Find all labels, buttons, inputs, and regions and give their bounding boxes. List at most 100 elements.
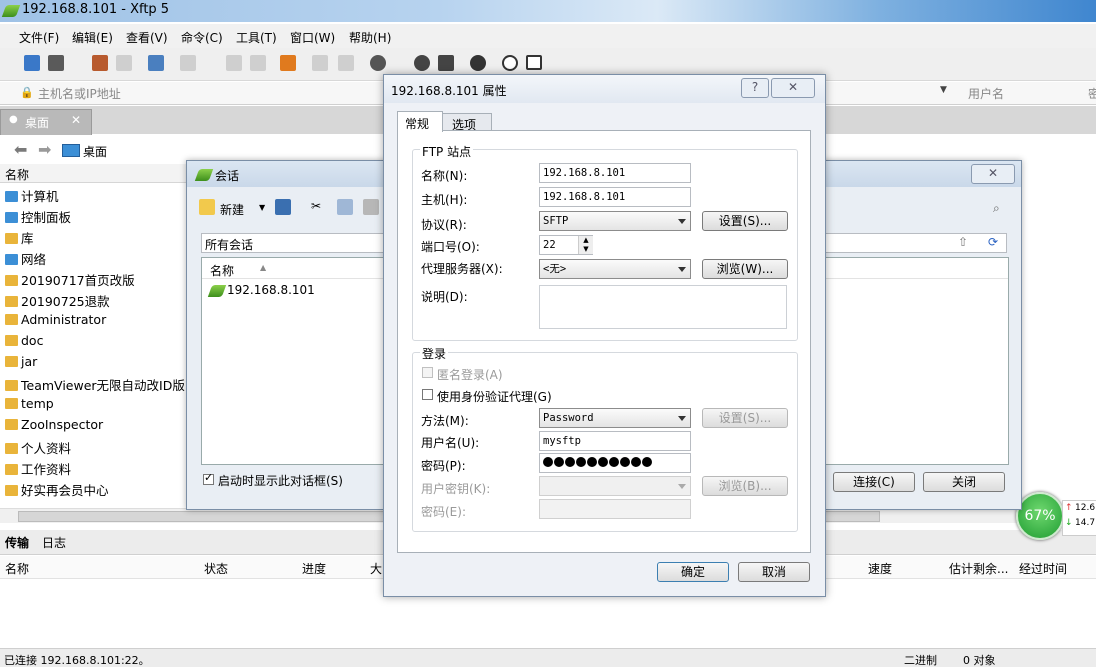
tab-log[interactable]: 日志: [42, 534, 66, 551]
ok-button[interactable]: 确定: [657, 562, 729, 582]
proxy-browse-button[interactable]: 浏览(W)...: [702, 259, 788, 279]
col-name[interactable]: 名称: [5, 560, 29, 577]
col-speed[interactable]: 速度: [868, 560, 892, 577]
tab-desktop[interactable]: ● 桌面 ✕: [0, 109, 92, 135]
col-size[interactable]: 大: [370, 560, 382, 577]
password-input[interactable]: [539, 453, 691, 473]
back-icon[interactable]: ⬅: [14, 140, 27, 159]
list-item[interactable]: 个人资料: [5, 438, 71, 458]
menu-tools[interactable]: 工具(T): [236, 29, 277, 46]
chevron-down-icon[interactable]: ▼: [259, 203, 265, 212]
col-status[interactable]: 状态: [204, 560, 228, 577]
list-item[interactable]: Administrator: [5, 312, 106, 332]
globe-icon[interactable]: [370, 55, 386, 71]
tab-transfer[interactable]: 传输: [5, 534, 29, 551]
list-item[interactable]: TeamViewer无限自动改ID版: [5, 375, 185, 395]
refresh-icon[interactable]: ⟳: [988, 235, 998, 249]
protocol-select[interactable]: SFTP: [539, 211, 691, 231]
username-input[interactable]: 用户名: [968, 85, 1004, 102]
new-terminal-icon[interactable]: [180, 55, 196, 71]
host-input[interactable]: 192.168.8.101: [539, 187, 691, 207]
col-eta[interactable]: 估计剩余...: [949, 560, 1008, 577]
transfer-icon[interactable]: [280, 55, 296, 71]
list-item[interactable]: 20190725退款: [5, 291, 110, 311]
paste-icon[interactable]: [363, 199, 379, 215]
col-progress[interactable]: 进度: [302, 560, 326, 577]
tab-general[interactable]: 常规: [397, 111, 443, 132]
help-icon[interactable]: [502, 55, 518, 71]
list-item[interactable]: 网络: [5, 249, 46, 269]
cancel-button[interactable]: 取消: [738, 562, 810, 582]
folder-up-icon[interactable]: ⇧: [958, 235, 968, 249]
menu-file[interactable]: 文件(F): [19, 29, 59, 46]
new-session-icon[interactable]: [199, 199, 215, 215]
name-input[interactable]: 192.168.8.101: [539, 163, 691, 183]
menu-view[interactable]: 查看(V): [126, 29, 168, 46]
host-input[interactable]: 主机名或IP地址: [38, 85, 121, 102]
port-stepper[interactable]: ▲ ▼: [578, 236, 593, 254]
menu-window[interactable]: 窗口(W): [290, 29, 335, 46]
key-browse-button[interactable]: 浏览(B)...: [702, 476, 788, 496]
list-item[interactable]: jar: [5, 354, 37, 374]
search-icon[interactable]: ⌕: [993, 201, 1000, 216]
table-row[interactable]: 192.168.8.101: [206, 282, 386, 300]
session-properties-icon[interactable]: [148, 55, 164, 71]
gear-icon[interactable]: [470, 55, 486, 71]
close-icon[interactable]: ✕: [71, 113, 81, 127]
copy-icon[interactable]: [226, 55, 242, 71]
passphrase-input[interactable]: [539, 499, 691, 519]
left-column-header[interactable]: 名称: [0, 164, 186, 183]
col-elapsed[interactable]: 经过时间: [1019, 560, 1067, 577]
copy-icon[interactable]: [337, 199, 353, 215]
list-item[interactable]: 好实再会员中心: [5, 480, 109, 500]
list-item[interactable]: 控制面板: [5, 207, 71, 227]
list-item[interactable]: ZooInspector: [5, 417, 103, 437]
cut-icon[interactable]: ✂: [311, 199, 325, 215]
nav-path[interactable]: 桌面: [83, 143, 107, 160]
close-button[interactable]: 关闭: [923, 472, 1005, 492]
xshell-icon[interactable]: [414, 55, 430, 71]
method-select[interactable]: Password: [539, 408, 691, 428]
menu-help[interactable]: 帮助(H): [349, 29, 391, 46]
method-settings-button[interactable]: 设置(S)...: [702, 408, 788, 428]
new-session-icon[interactable]: [24, 55, 40, 71]
save-icon[interactable]: [275, 199, 291, 215]
close-icon[interactable]: ✕: [971, 164, 1015, 184]
help-button[interactable]: ?: [741, 78, 769, 98]
paste-icon[interactable]: [250, 55, 266, 71]
menu-command[interactable]: 命令(C): [181, 29, 223, 46]
forward-icon[interactable]: ➡: [38, 140, 51, 159]
user-key-select[interactable]: [539, 476, 691, 496]
connect-icon[interactable]: [92, 55, 108, 71]
refresh-icon[interactable]: [312, 55, 328, 71]
list-item[interactable]: 20190717首页改版: [5, 270, 135, 290]
password-input[interactable]: 密: [1088, 85, 1096, 102]
password-dot: [620, 457, 630, 467]
new-button[interactable]: 新建: [220, 201, 244, 218]
list-item[interactable]: doc: [5, 333, 43, 353]
chevron-down-icon[interactable]: ▼: [940, 85, 947, 95]
tab-options[interactable]: 选项: [442, 113, 492, 132]
open-folder-icon[interactable]: [48, 55, 64, 71]
proxy-select[interactable]: <无>: [539, 259, 691, 279]
speed-panel: ↑ 12.6 ↓ 14.7: [1062, 500, 1096, 536]
disconnect-icon[interactable]: [116, 55, 132, 71]
chat-icon[interactable]: [526, 55, 542, 70]
filter-icon[interactable]: [338, 55, 354, 71]
list-item[interactable]: 工作资料: [5, 459, 71, 479]
anonymous-checkbox[interactable]: [422, 367, 433, 378]
list-item[interactable]: 计算机: [5, 186, 59, 206]
connect-button[interactable]: 连接(C): [833, 472, 915, 492]
list-item[interactable]: temp: [5, 396, 54, 416]
username-input[interactable]: mysftp: [539, 431, 691, 451]
menu-edit[interactable]: 编辑(E): [72, 29, 113, 46]
description-input[interactable]: [539, 285, 787, 329]
auth-agent-checkbox[interactable]: [422, 389, 433, 400]
close-icon[interactable]: ✕: [771, 78, 815, 98]
show-on-start-checkbox[interactable]: ✓: [203, 471, 214, 485]
list-item[interactable]: 库: [5, 228, 34, 248]
protocol-settings-button[interactable]: 设置(S)...: [702, 211, 788, 231]
password-dot: [587, 457, 597, 467]
network-gauge[interactable]: 67%: [1016, 492, 1064, 540]
script-icon[interactable]: [438, 55, 454, 71]
